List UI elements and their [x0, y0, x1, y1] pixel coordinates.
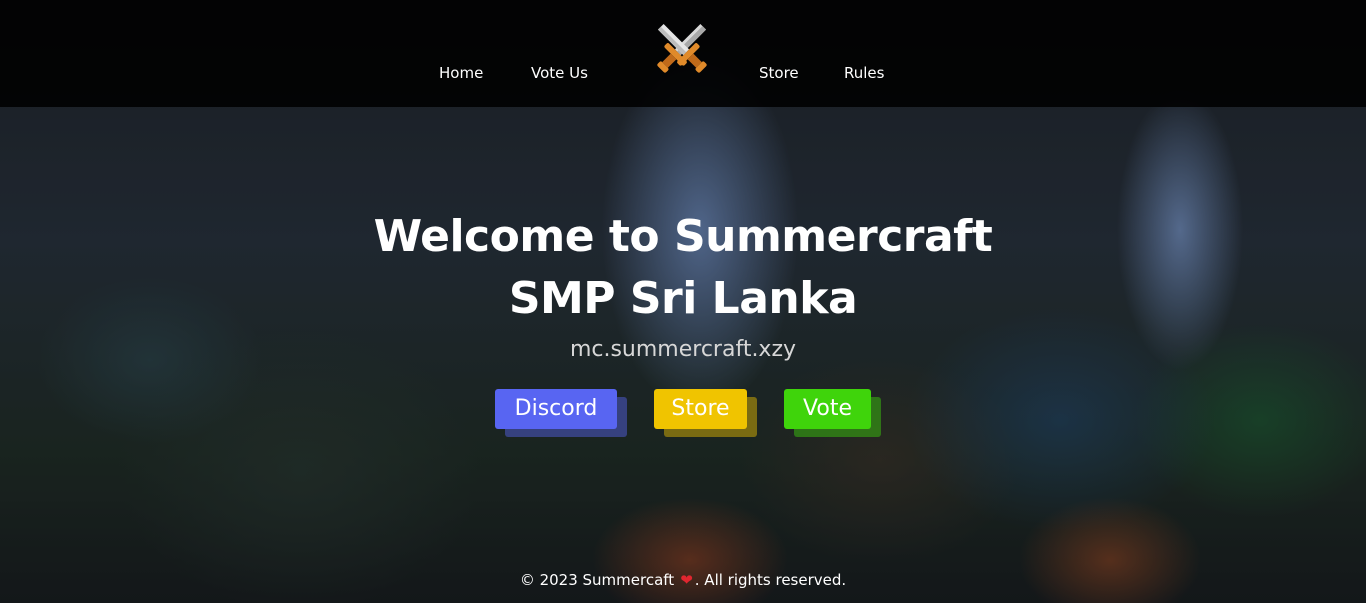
hero-title-line-2: SMP Sri Lanka — [508, 273, 858, 324]
store-button[interactable]: Store — [654, 389, 747, 429]
vote-button[interactable]: Vote — [784, 389, 871, 429]
hero-title-line-1: Welcome to Summercraft — [373, 211, 993, 262]
navbar: Home Vote Us Store Rules — [0, 0, 1366, 107]
footer-copyright: © 2023 Summercaft — [519, 571, 675, 589]
discord-button[interactable]: Discord — [495, 389, 617, 429]
nav-vote-us-link[interactable]: Vote Us — [531, 64, 588, 82]
server-ip: mc.summercraft.xzy — [569, 337, 797, 362]
page: Home Vote Us Store Rules Welcome to Summ… — [0, 0, 1366, 603]
nav-store-link[interactable]: Store — [759, 64, 799, 82]
footer: © 2023 Summercaft ❤. All rights reserved. — [0, 570, 1366, 590]
hero-title: Welcome to Summercraft SMP Sri Lanka — [333, 206, 1033, 330]
nav-home-link[interactable]: Home — [439, 64, 483, 82]
heart-icon: ❤ — [680, 571, 693, 589]
nav-rules-link[interactable]: Rules — [844, 64, 884, 82]
crossed-swords-icon[interactable] — [648, 16, 716, 80]
hero-section: Welcome to Summercraft SMP Sri Lanka mc.… — [0, 206, 1366, 364]
footer-rights: . All rights reserved. — [694, 571, 847, 589]
